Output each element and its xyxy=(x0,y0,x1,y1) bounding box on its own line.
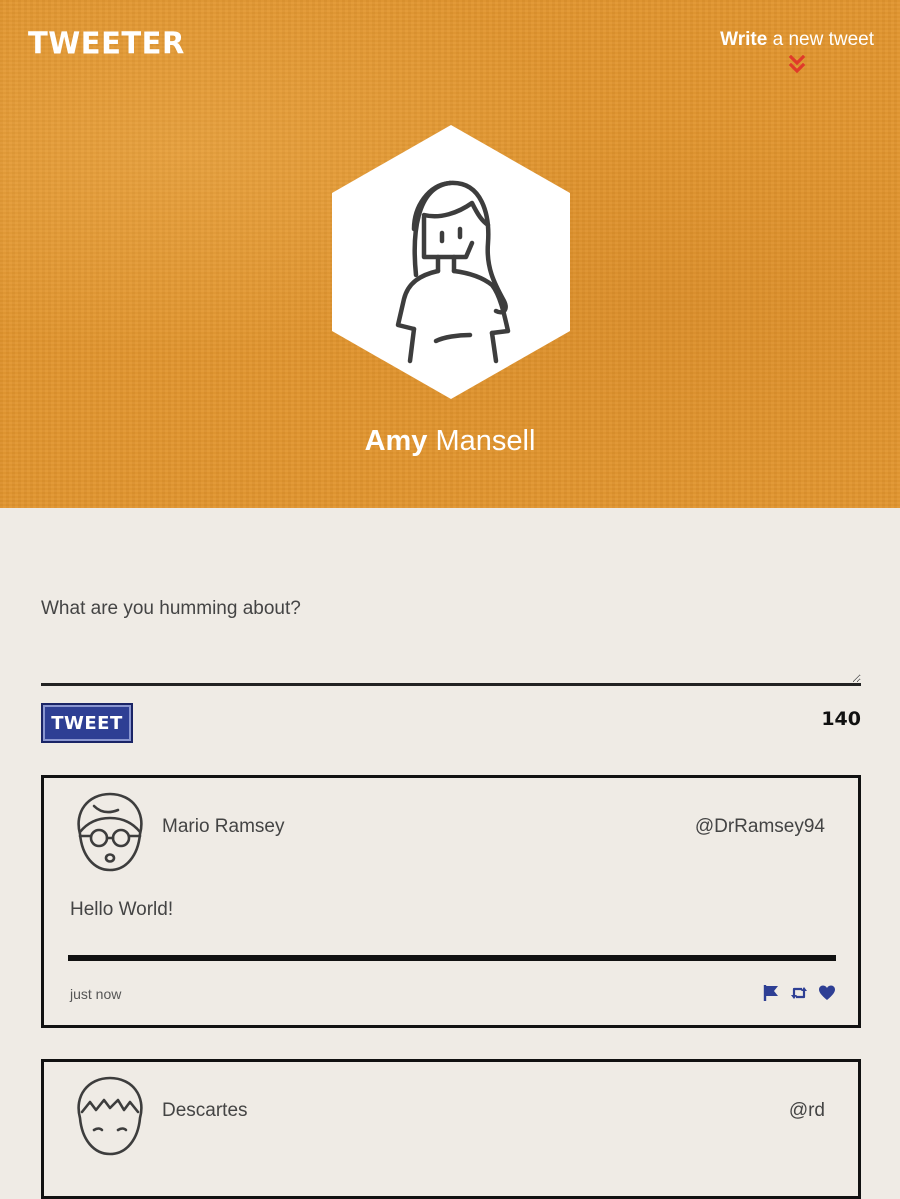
double-chevron-down-icon[interactable] xyxy=(788,55,806,75)
man-avatar-icon xyxy=(77,1076,143,1156)
tweet-actions xyxy=(762,984,836,1002)
character-counter: 140 xyxy=(821,708,861,730)
write-link-strong: Write xyxy=(720,29,768,50)
profile-header: TWEETER Write a new tweet Amy Mansell xyxy=(0,0,900,508)
tweet-textarea[interactable] xyxy=(41,598,861,686)
heart-icon[interactable] xyxy=(818,984,836,1002)
retweet-icon[interactable] xyxy=(790,984,808,1002)
write-new-tweet-link[interactable]: Write a new tweet xyxy=(720,29,874,75)
tweet-card: Descartes @rd xyxy=(41,1059,861,1199)
flag-icon[interactable] xyxy=(762,984,780,1002)
compose-actions: TWEET 140 xyxy=(41,703,861,753)
tweet-timestamp: just now xyxy=(70,986,122,1002)
woman-avatar-icon xyxy=(332,125,570,399)
app-logo[interactable]: TWEETER xyxy=(28,25,185,61)
tweet-author-name[interactable]: Mario Ramsey xyxy=(162,816,284,838)
profile-last-name: Mansell xyxy=(435,425,536,457)
man-with-glasses-avatar-icon xyxy=(77,792,143,872)
profile-name: Amy Mansell xyxy=(0,425,900,458)
tweet-divider xyxy=(68,955,836,961)
write-link-rest: a new tweet xyxy=(767,29,874,50)
tweet-button[interactable]: TWEET xyxy=(41,703,133,743)
profile-first-name: Amy xyxy=(364,425,428,457)
tweet-card: Mario Ramsey @DrRamsey94 Hello World! ju… xyxy=(41,775,861,1028)
tweet-author-handle[interactable]: @DrRamsey94 xyxy=(695,816,825,838)
tweet-author-handle[interactable]: @rd xyxy=(789,1100,825,1122)
compose-tweet-form: TWEET 140 xyxy=(41,598,861,753)
tweet-body: Hello World! xyxy=(70,899,174,920)
tweet-author-name[interactable]: Descartes xyxy=(162,1100,248,1122)
